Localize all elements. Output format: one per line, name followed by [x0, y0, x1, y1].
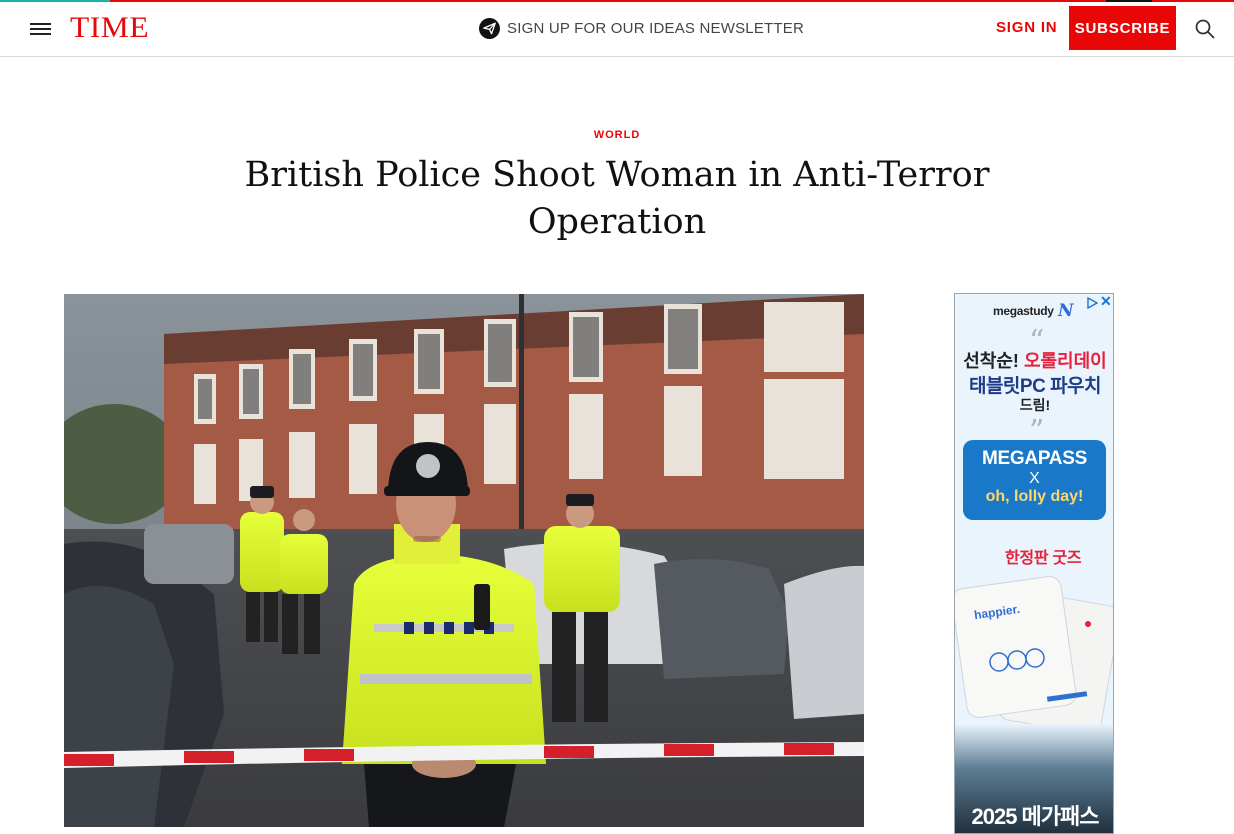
site-header: TIME SIGN UP FOR OUR IDEAS NEWSLETTER SI… [0, 2, 1234, 57]
ad-pouch-image: happier. [955, 576, 1113, 732]
ad-bottom-text: 2025 메가패스 [971, 804, 1099, 829]
advertisement[interactable]: megastudy N ✕ “ 선착순! 오롤리데이 태블릿PC 파우치 드림!… [954, 293, 1114, 834]
ad-line3: 드림! [1019, 397, 1051, 413]
search-icon[interactable] [1194, 18, 1216, 40]
sign-in-link[interactable]: SIGN IN [996, 19, 1057, 36]
ad-pass-x: X [1029, 470, 1040, 487]
ad-brand-logo: N [1058, 301, 1074, 321]
send-icon [479, 17, 500, 39]
time-logo[interactable]: TIME [70, 10, 149, 46]
ad-line1: 선착순! 오롤리데이 [955, 347, 1113, 373]
close-quote-icon: ” [1029, 414, 1045, 449]
hamburger-menu-icon[interactable] [30, 20, 52, 38]
close-icon[interactable]: ✕ [1100, 294, 1112, 308]
ad-megapass-box: MEGAPASS X oh, lolly day! [963, 440, 1106, 520]
ad-brand: megastudy [993, 304, 1054, 318]
subscribe-button[interactable]: SUBSCRIBE [1069, 6, 1176, 50]
adchoices-icon[interactable] [1086, 296, 1099, 310]
ad-line1-prefix: 선착순! [963, 351, 1019, 371]
article-headline: British Police Shoot Woman in Anti-Terro… [244, 155, 990, 242]
ad-pass-partner: oh, lolly day! [985, 488, 1084, 505]
section-label[interactable]: WORLD [0, 129, 1234, 141]
ad-pass-title: MEGAPASS [982, 448, 1087, 469]
ad-line1-highlight: 오롤리데이 [1023, 351, 1107, 371]
hero-image [64, 294, 864, 827]
ad-line2: 태블릿PC 파우치 [968, 376, 1102, 397]
newsletter-signup-link[interactable]: SIGN UP FOR OUR IDEAS NEWSLETTER [479, 16, 804, 40]
newsletter-label: SIGN UP FOR OUR IDEAS NEWSLETTER [507, 19, 804, 37]
